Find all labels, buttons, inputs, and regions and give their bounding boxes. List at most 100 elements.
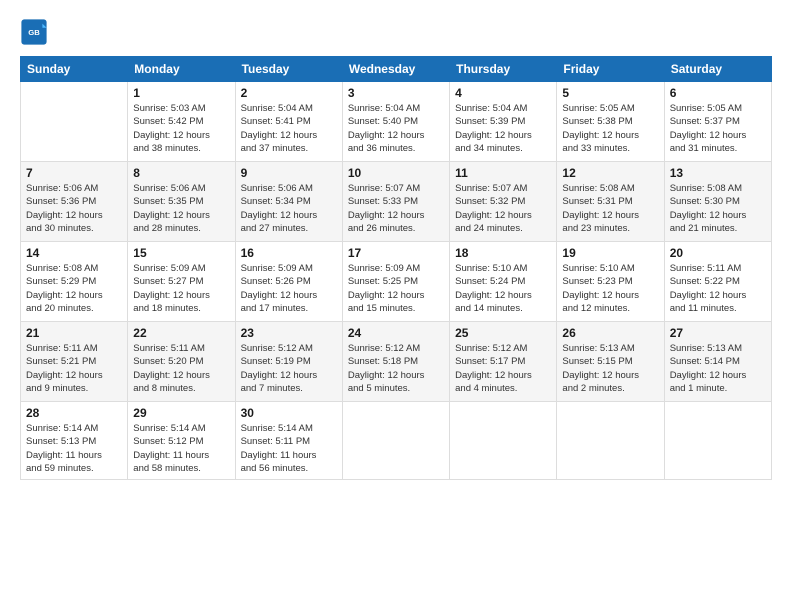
calendar-day-header: Wednesday: [342, 57, 449, 82]
day-number: 5: [562, 86, 658, 100]
day-number: 23: [241, 326, 337, 340]
day-number: 25: [455, 326, 551, 340]
day-number: 12: [562, 166, 658, 180]
calendar-cell: 26 Sunrise: 5:13 AMSunset: 5:15 PMDayligh…: [557, 322, 664, 402]
day-number: 10: [348, 166, 444, 180]
day-number: 28: [26, 406, 122, 420]
day-info: Sunrise: 5:08 AMSunset: 5:31 PMDaylight:…: [562, 182, 658, 235]
day-info: Sunrise: 5:08 AMSunset: 5:29 PMDaylight:…: [26, 262, 122, 315]
day-number: 29: [133, 406, 229, 420]
day-info: Sunrise: 5:12 AMSunset: 5:18 PMDaylight:…: [348, 342, 444, 395]
calendar-cell: 3Sunrise: 5:04 AMSunset: 5:40 PMDaylight…: [342, 82, 449, 162]
logo-icon: GB: [20, 18, 48, 46]
calendar-week-row: 7 Sunrise: 5:06 AMSunset: 5:36 PMDaylight…: [21, 162, 772, 242]
day-info: Sunrise: 5:14 AMSunset: 5:12 PMDaylight:…: [133, 422, 229, 475]
calendar-cell: 10 Sunrise: 5:07 AMSunset: 5:33 PMDayligh…: [342, 162, 449, 242]
calendar-day-header: Monday: [128, 57, 235, 82]
day-number: 15: [133, 246, 229, 260]
calendar-week-row: 28 Sunrise: 5:14 AMSunset: 5:13 PMDayligh…: [21, 402, 772, 480]
day-info: Sunrise: 5:04 AMSunset: 5:41 PMDaylight:…: [241, 102, 337, 155]
day-info: Sunrise: 5:10 AMSunset: 5:24 PMDaylight:…: [455, 262, 551, 315]
day-number: 18: [455, 246, 551, 260]
day-info: Sunrise: 5:05 AMSunset: 5:37 PMDaylight:…: [670, 102, 766, 155]
day-info: Sunrise: 5:09 AMSunset: 5:25 PMDaylight:…: [348, 262, 444, 315]
day-info: Sunrise: 5:06 AMSunset: 5:36 PMDaylight:…: [26, 182, 122, 235]
day-number: 16: [241, 246, 337, 260]
day-number: 6: [670, 86, 766, 100]
calendar-table: SundayMondayTuesdayWednesdayThursdayFrid…: [20, 56, 772, 480]
day-info: Sunrise: 5:08 AMSunset: 5:30 PMDaylight:…: [670, 182, 766, 235]
calendar-cell: 11Sunrise: 5:07 AMSunset: 5:32 PMDayligh…: [450, 162, 557, 242]
calendar-cell: 18 Sunrise: 5:10 AMSunset: 5:24 PMDayligh…: [450, 242, 557, 322]
day-info: Sunrise: 5:12 AMSunset: 5:17 PMDaylight:…: [455, 342, 551, 395]
day-number: 24: [348, 326, 444, 340]
day-info: Sunrise: 5:07 AMSunset: 5:33 PMDaylight:…: [348, 182, 444, 235]
calendar-cell: 20 Sunrise: 5:11 AMSunset: 5:22 PMDayligh…: [664, 242, 771, 322]
day-number: 8: [133, 166, 229, 180]
page-header: GB: [20, 18, 772, 46]
calendar-cell: 13 Sunrise: 5:08 AMSunset: 5:30 PMDayligh…: [664, 162, 771, 242]
day-info: Sunrise: 5:09 AMSunset: 5:26 PMDaylight:…: [241, 262, 337, 315]
day-info: Sunrise: 5:11 AMSunset: 5:22 PMDaylight:…: [670, 262, 766, 315]
calendar-cell: [664, 402, 771, 480]
calendar-cell: [557, 402, 664, 480]
calendar-cell: [21, 82, 128, 162]
day-number: 14: [26, 246, 122, 260]
calendar-cell: 12 Sunrise: 5:08 AMSunset: 5:31 PMDayligh…: [557, 162, 664, 242]
calendar-cell: 29 Sunrise: 5:14 AMSunset: 5:12 PMDayligh…: [128, 402, 235, 480]
day-number: 1: [133, 86, 229, 100]
calendar-cell: 16 Sunrise: 5:09 AMSunset: 5:26 PMDayligh…: [235, 242, 342, 322]
calendar-cell: 19 Sunrise: 5:10 AMSunset: 5:23 PMDayligh…: [557, 242, 664, 322]
day-number: 26: [562, 326, 658, 340]
day-info: Sunrise: 5:09 AMSunset: 5:27 PMDaylight:…: [133, 262, 229, 315]
day-info: Sunrise: 5:13 AMSunset: 5:15 PMDaylight:…: [562, 342, 658, 395]
day-info: Sunrise: 5:03 AMSunset: 5:42 PMDaylight:…: [133, 102, 229, 155]
calendar-cell: 5Sunrise: 5:05 AMSunset: 5:38 PMDaylight…: [557, 82, 664, 162]
calendar-cell: 6 Sunrise: 5:05 AMSunset: 5:37 PMDaylight…: [664, 82, 771, 162]
day-info: Sunrise: 5:06 AMSunset: 5:34 PMDaylight:…: [241, 182, 337, 235]
calendar-cell: 2Sunrise: 5:04 AMSunset: 5:41 PMDaylight…: [235, 82, 342, 162]
day-number: 13: [670, 166, 766, 180]
day-info: Sunrise: 5:04 AMSunset: 5:40 PMDaylight:…: [348, 102, 444, 155]
calendar-cell: [342, 402, 449, 480]
day-info: Sunrise: 5:14 AMSunset: 5:11 PMDaylight:…: [241, 422, 337, 475]
day-number: 20: [670, 246, 766, 260]
day-number: 17: [348, 246, 444, 260]
day-number: 22: [133, 326, 229, 340]
day-info: Sunrise: 5:10 AMSunset: 5:23 PMDaylight:…: [562, 262, 658, 315]
logo: GB: [20, 18, 52, 46]
day-number: 4: [455, 86, 551, 100]
calendar-cell: 21 Sunrise: 5:11 AMSunset: 5:21 PMDayligh…: [21, 322, 128, 402]
day-number: 7: [26, 166, 122, 180]
calendar-cell: 24 Sunrise: 5:12 AMSunset: 5:18 PMDayligh…: [342, 322, 449, 402]
day-number: 11: [455, 166, 551, 180]
calendar-day-header: Thursday: [450, 57, 557, 82]
calendar-cell: 23Sunrise: 5:12 AMSunset: 5:19 PMDayligh…: [235, 322, 342, 402]
calendar-cell: 22Sunrise: 5:11 AMSunset: 5:20 PMDayligh…: [128, 322, 235, 402]
day-info: Sunrise: 5:06 AMSunset: 5:35 PMDaylight:…: [133, 182, 229, 235]
calendar-week-row: 1 Sunrise: 5:03 AMSunset: 5:42 PMDaylight…: [21, 82, 772, 162]
calendar-cell: 9 Sunrise: 5:06 AMSunset: 5:34 PMDaylight…: [235, 162, 342, 242]
calendar-week-row: 21 Sunrise: 5:11 AMSunset: 5:21 PMDayligh…: [21, 322, 772, 402]
calendar-cell: 25 Sunrise: 5:12 AMSunset: 5:17 PMDayligh…: [450, 322, 557, 402]
day-info: Sunrise: 5:14 AMSunset: 5:13 PMDaylight:…: [26, 422, 122, 475]
calendar-cell: 8 Sunrise: 5:06 AMSunset: 5:35 PMDaylight…: [128, 162, 235, 242]
calendar-day-header: Friday: [557, 57, 664, 82]
calendar-day-header: Saturday: [664, 57, 771, 82]
calendar-header-row: SundayMondayTuesdayWednesdayThursdayFrid…: [21, 57, 772, 82]
day-number: 21: [26, 326, 122, 340]
day-number: 30: [241, 406, 337, 420]
svg-text:GB: GB: [28, 28, 40, 37]
calendar-cell: 15 Sunrise: 5:09 AMSunset: 5:27 PMDayligh…: [128, 242, 235, 322]
calendar-cell: 14 Sunrise: 5:08 AMSunset: 5:29 PMDayligh…: [21, 242, 128, 322]
calendar-cell: 4 Sunrise: 5:04 AMSunset: 5:39 PMDaylight…: [450, 82, 557, 162]
calendar-cell: 17 Sunrise: 5:09 AMSunset: 5:25 PMDayligh…: [342, 242, 449, 322]
calendar-week-row: 14 Sunrise: 5:08 AMSunset: 5:29 PMDayligh…: [21, 242, 772, 322]
calendar-cell: 7 Sunrise: 5:06 AMSunset: 5:36 PMDaylight…: [21, 162, 128, 242]
day-number: 9: [241, 166, 337, 180]
day-info: Sunrise: 5:11 AMSunset: 5:21 PMDaylight:…: [26, 342, 122, 395]
day-number: 19: [562, 246, 658, 260]
day-info: Sunrise: 5:04 AMSunset: 5:39 PMDaylight:…: [455, 102, 551, 155]
calendar-day-header: Tuesday: [235, 57, 342, 82]
calendar-page: GB SundayMondayTuesdayWednesdayThursdayF…: [0, 0, 792, 612]
